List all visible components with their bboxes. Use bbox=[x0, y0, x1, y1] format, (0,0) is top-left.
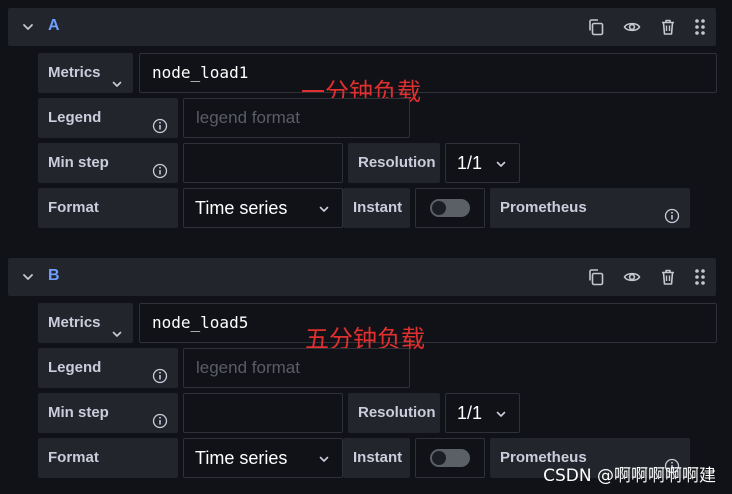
min-step-label-cell: Min step bbox=[38, 143, 178, 183]
legend-label-cell: Legend bbox=[38, 348, 178, 388]
eye-icon[interactable] bbox=[622, 267, 642, 287]
chevron-down-icon bbox=[495, 157, 507, 175]
query-header-b: B bbox=[8, 258, 716, 296]
chevron-down-icon bbox=[318, 452, 330, 470]
legend-placeholder: legend format bbox=[196, 358, 300, 377]
query-text: node_load1 bbox=[152, 63, 249, 82]
min-step-label-cell: Min step bbox=[38, 393, 178, 433]
format-value: Time series bbox=[195, 448, 288, 468]
metrics-label: Metrics bbox=[48, 314, 101, 331]
info-icon[interactable] bbox=[152, 155, 168, 179]
instant-toggle-cell bbox=[415, 188, 485, 228]
query-ref-id[interactable]: A bbox=[48, 17, 60, 35]
instant-toggle-cell bbox=[415, 438, 485, 478]
collapse-chevron-icon[interactable] bbox=[20, 269, 36, 285]
info-icon[interactable] bbox=[152, 405, 168, 429]
legend-input[interactable]: legend format bbox=[183, 348, 410, 388]
min-step-label: Min step bbox=[48, 404, 109, 421]
legend-placeholder: legend format bbox=[196, 108, 300, 127]
drag-handle-icon[interactable] bbox=[694, 267, 706, 287]
resolution-select[interactable]: 1/1 bbox=[445, 393, 520, 433]
chevron-down-icon bbox=[495, 407, 507, 425]
instant-toggle[interactable] bbox=[430, 199, 470, 217]
chevron-down-icon bbox=[318, 202, 330, 220]
info-icon[interactable] bbox=[152, 360, 168, 384]
datasource-label: Prometheus bbox=[500, 199, 587, 216]
toggle-knob bbox=[432, 451, 446, 465]
metrics-button[interactable]: Metrics bbox=[38, 303, 133, 343]
resolution-label-cell: Resolution bbox=[348, 143, 440, 183]
legend-input[interactable]: legend format bbox=[183, 98, 410, 138]
trash-icon[interactable] bbox=[658, 17, 678, 37]
info-icon[interactable] bbox=[664, 200, 680, 224]
trash-icon[interactable] bbox=[658, 267, 678, 287]
query-ref-id[interactable]: B bbox=[48, 267, 60, 285]
drag-handle-icon[interactable] bbox=[694, 17, 706, 37]
format-label-cell: Format bbox=[38, 438, 178, 478]
min-step-input[interactable] bbox=[183, 393, 343, 433]
resolution-value: 1/1 bbox=[457, 153, 483, 173]
resolution-label: Resolution bbox=[358, 154, 436, 171]
duplicate-icon[interactable] bbox=[586, 17, 606, 37]
duplicate-icon[interactable] bbox=[586, 267, 606, 287]
min-step-label: Min step bbox=[48, 154, 109, 171]
metrics-label: Metrics bbox=[48, 64, 101, 81]
min-step-input[interactable] bbox=[183, 143, 343, 183]
metrics-button[interactable]: Metrics bbox=[38, 53, 133, 93]
watermark: CSDN @啊啊啊啊啊建 bbox=[543, 466, 716, 486]
resolution-label-cell: Resolution bbox=[348, 393, 440, 433]
legend-label: Legend bbox=[48, 359, 102, 376]
instant-label-cell: Instant bbox=[343, 188, 410, 228]
resolution-select[interactable]: 1/1 bbox=[445, 143, 520, 183]
format-select[interactable]: Time series bbox=[183, 188, 343, 228]
instant-label-cell: Instant bbox=[343, 438, 410, 478]
query-text: node_load5 bbox=[152, 313, 249, 332]
query-editor: A Metrics node_load1 一分钟负载 Legend legend… bbox=[0, 0, 732, 494]
resolution-value: 1/1 bbox=[457, 403, 483, 423]
instant-label: Instant bbox=[353, 199, 403, 216]
instant-toggle[interactable] bbox=[430, 449, 470, 467]
query-input[interactable]: node_load1 bbox=[139, 53, 717, 93]
collapse-chevron-icon[interactable] bbox=[20, 19, 36, 35]
info-icon[interactable] bbox=[152, 110, 168, 134]
toggle-knob bbox=[432, 201, 446, 215]
legend-label: Legend bbox=[48, 109, 102, 126]
query-header-a: A bbox=[8, 8, 716, 46]
format-label-cell: Format bbox=[38, 188, 178, 228]
format-select[interactable]: Time series bbox=[183, 438, 343, 478]
format-value: Time series bbox=[195, 198, 288, 218]
datasource-cell: Prometheus bbox=[490, 188, 690, 228]
format-label: Format bbox=[48, 449, 99, 466]
format-label: Format bbox=[48, 199, 99, 216]
instant-label: Instant bbox=[353, 449, 403, 466]
legend-label-cell: Legend bbox=[38, 98, 178, 138]
resolution-label: Resolution bbox=[358, 404, 436, 421]
query-input[interactable]: node_load5 bbox=[139, 303, 717, 343]
eye-icon[interactable] bbox=[622, 17, 642, 37]
